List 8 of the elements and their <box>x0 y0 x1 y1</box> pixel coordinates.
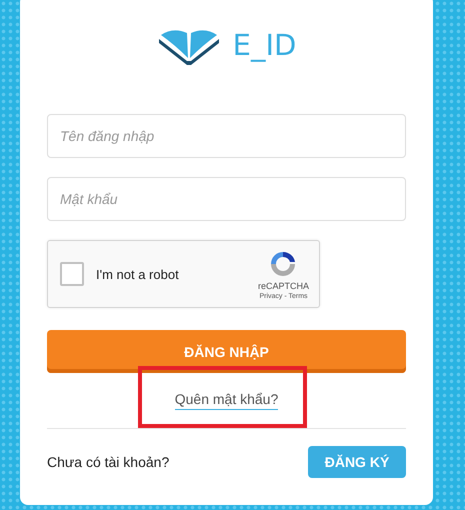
checkbox[interactable] <box>60 262 84 286</box>
input-field[interactable]: Mật khẩu <box>47 177 406 221</box>
input-field[interactable]: Tên đăng nhập <box>47 114 406 158</box>
forgot-password-link[interactable]: Quên mật khẩu? <box>174 391 278 410</box>
captcha-label: I'm not a robot <box>96 266 180 282</box>
signup-prompt: Chưa có tài khoản? <box>47 454 170 470</box>
recaptcha-label: reCAPTCHA <box>258 280 309 290</box>
logo-text: E_ID <box>232 28 296 62</box>
